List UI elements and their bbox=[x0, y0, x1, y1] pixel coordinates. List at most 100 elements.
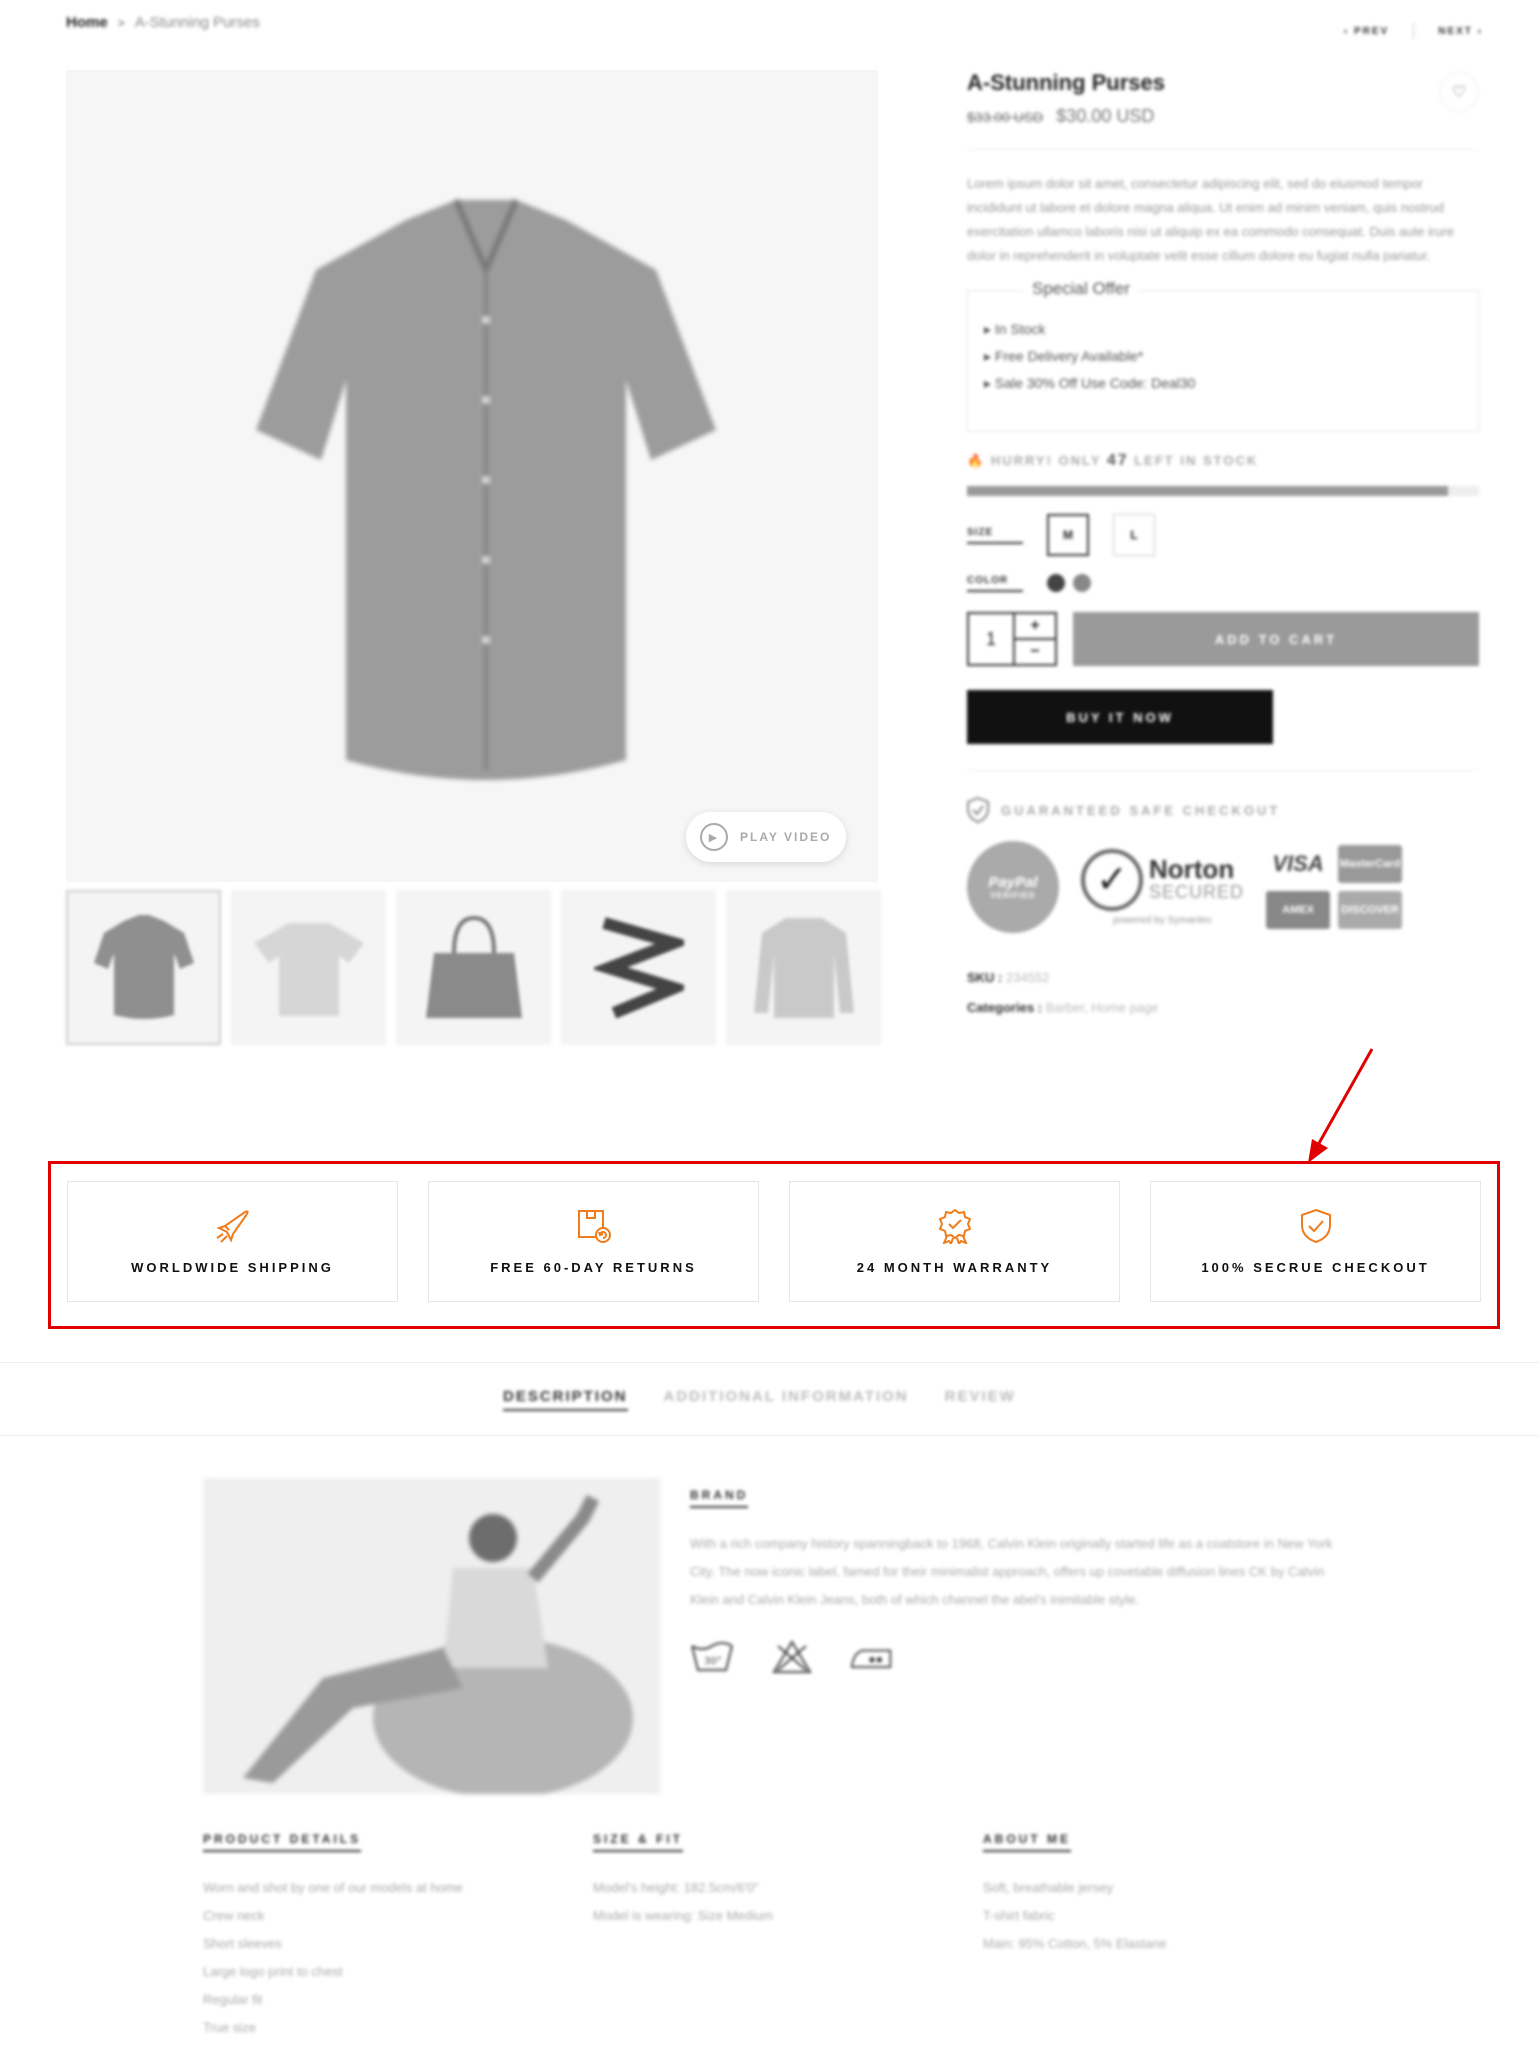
trust-badges: PayPal VERIFIED ✓ Norton SECURED powered… bbox=[967, 841, 1479, 933]
safe-checkout-heading: GUARANTEED SAFE CHECKOUT bbox=[967, 797, 1479, 823]
list-item: Regular fit bbox=[203, 1992, 263, 2007]
breadcrumb-current: A-Stunning Purses bbox=[134, 14, 260, 31]
amex-card-logo: AMEX bbox=[1266, 891, 1331, 929]
product-tabs: DESCRIPTION ADDITIONAL INFORMATION REVIE… bbox=[503, 1388, 1016, 1411]
prev-product-link[interactable]: ‹ PREV bbox=[1344, 26, 1389, 39]
size-option-m[interactable]: M bbox=[1047, 514, 1089, 556]
about-me-column: ABOUT ME Soft, breathable jersey T-shirt… bbox=[983, 1830, 1373, 2042]
special-offer-box: Special Offer In Stock Free Delivery Ava… bbox=[967, 279, 1479, 432]
airplane-icon bbox=[215, 1208, 251, 1244]
svg-text:30°: 30° bbox=[704, 1656, 722, 1667]
wash-30-icon: 30° bbox=[690, 1640, 734, 1674]
iron-icon bbox=[850, 1640, 894, 1674]
brand-text: With a rich company history spanningback… bbox=[690, 1536, 1333, 1607]
list-item: Large logo print to chest bbox=[203, 1964, 343, 1979]
offer-item: In Stock bbox=[984, 321, 1462, 338]
thumbnail-shirt[interactable] bbox=[66, 890, 221, 1045]
divider bbox=[967, 770, 1479, 771]
stock-progress-bar bbox=[967, 486, 1479, 496]
product-price: $33.00 USD $30.00 USD bbox=[967, 106, 1479, 127]
divider bbox=[967, 149, 1479, 150]
feature-free-returns: FREE 60-DAY RETURNS bbox=[428, 1181, 759, 1302]
color-label: COLOR bbox=[967, 575, 1023, 592]
list-item: Main: 95% Cotton, 5% Elastane bbox=[983, 1936, 1167, 1951]
product-title: A-Stunning Purses bbox=[967, 70, 1166, 95]
list-item: Soft, breathable jersey bbox=[983, 1880, 1114, 1895]
no-bleach-icon bbox=[770, 1640, 814, 1674]
care-icons: 30° bbox=[690, 1640, 1340, 1674]
brand-section: BRAND With a rich company history spanni… bbox=[690, 1486, 1340, 1674]
fire-icon: 🔥 bbox=[967, 453, 986, 468]
product-details-column: PRODUCT DETAILS Worn and shot by one of … bbox=[203, 1830, 593, 2042]
visa-card-logo: VISA bbox=[1266, 845, 1331, 883]
feature-warranty: 24 MONTH WARRANTY bbox=[789, 1181, 1120, 1302]
thumbnail-handbag[interactable] bbox=[396, 890, 551, 1045]
thumbnail-tshirt[interactable] bbox=[231, 890, 386, 1045]
special-offer-legend: Special Offer bbox=[1024, 279, 1138, 299]
quantity-decrease-button[interactable]: − bbox=[1015, 640, 1055, 664]
paypal-verified-badge: PayPal VERIFIED bbox=[967, 841, 1059, 933]
next-product-link[interactable]: NEXT › bbox=[1438, 26, 1483, 39]
return-box-icon bbox=[576, 1208, 612, 1244]
list-item: True size bbox=[203, 2020, 256, 2035]
size-label: SIZE bbox=[967, 527, 1023, 544]
tab-review[interactable]: REVIEW bbox=[945, 1388, 1016, 1411]
list-item: Model is wearing: Size Medium bbox=[593, 1908, 773, 1923]
thumbnail-strip bbox=[66, 890, 881, 1045]
payment-cards: VISA MasterCard AMEX DISCOVER bbox=[1266, 845, 1403, 929]
add-to-cart-button[interactable]: ADD TO CART bbox=[1073, 612, 1479, 666]
quantity-input[interactable]: 1 bbox=[969, 614, 1013, 664]
feature-worldwide-shipping: WORLDWIDE SHIPPING bbox=[67, 1181, 398, 1302]
checkmark-icon: ✓ bbox=[1081, 848, 1143, 911]
size-option-l[interactable]: L bbox=[1113, 514, 1155, 556]
stock-notice: 🔥 HURRY! ONLY 47 LEFT IN STOCK bbox=[967, 452, 1259, 469]
shield-check-icon bbox=[1298, 1208, 1334, 1244]
list-item: Worn and shot by one of our models at ho… bbox=[203, 1880, 463, 1895]
current-price: $30.00 USD bbox=[1056, 106, 1155, 126]
wishlist-heart-icon[interactable]: ♡ bbox=[1439, 72, 1479, 112]
play-icon: ▶ bbox=[700, 823, 728, 851]
shield-icon bbox=[967, 797, 989, 823]
product-pager: ‹ PREV NEXT › bbox=[1344, 23, 1483, 39]
offer-item: Free Delivery Available* bbox=[984, 348, 1462, 365]
color-swatch-grey[interactable] bbox=[1073, 574, 1091, 592]
sku-value: 234552 bbox=[1006, 970, 1050, 985]
list-item: T-shirt fabric bbox=[983, 1908, 1055, 1923]
categories-value[interactable]: Barber, Home page bbox=[1046, 1000, 1159, 1015]
mastercard-logo: MasterCard bbox=[1338, 845, 1403, 883]
feature-label: 100% SECRUE CHECKOUT bbox=[1201, 1260, 1430, 1275]
tab-additional-information[interactable]: ADDITIONAL INFORMATION bbox=[664, 1388, 909, 1411]
sku-label: SKU : bbox=[967, 970, 1003, 985]
about-me-heading: ABOUT ME bbox=[983, 1832, 1071, 1852]
main-product-image[interactable]: ▶ PLAY VIDEO bbox=[66, 70, 878, 882]
old-price: $33.00 USD bbox=[967, 109, 1044, 125]
thumbnail-belt[interactable] bbox=[561, 890, 716, 1045]
lifestyle-image bbox=[203, 1478, 660, 1794]
breadcrumb: Home > A-Stunning Purses bbox=[66, 14, 260, 31]
feature-label: FREE 60-DAY RETURNS bbox=[490, 1260, 697, 1275]
feature-secure-checkout: 100% SECRUE CHECKOUT bbox=[1150, 1181, 1481, 1302]
product-info: A-Stunning Purses $33.00 USD $30.00 USD … bbox=[967, 70, 1479, 1023]
brand-heading: BRAND bbox=[690, 1488, 749, 1508]
annotation-arrow bbox=[1308, 1048, 1374, 1163]
thumbnail-sweater[interactable] bbox=[726, 890, 881, 1045]
color-swatch-dark[interactable] bbox=[1047, 574, 1065, 592]
breadcrumb-home-link[interactable]: Home bbox=[66, 14, 108, 31]
buy-now-button[interactable]: BUY IT NOW bbox=[967, 690, 1273, 744]
list-item: Short sleeves bbox=[203, 1936, 282, 1951]
size-fit-heading: SIZE & FIT bbox=[593, 1832, 683, 1852]
quantity-stepper: 1 + − bbox=[967, 612, 1057, 666]
size-selector: SIZE M L bbox=[967, 514, 1479, 556]
feature-label: 24 MONTH WARRANTY bbox=[856, 1260, 1053, 1275]
stock-progress-fill bbox=[967, 486, 1449, 496]
play-video-button[interactable]: ▶ PLAY VIDEO bbox=[686, 812, 846, 862]
norton-secured-badge: ✓ Norton SECURED powered by Symantec bbox=[1081, 848, 1244, 926]
feature-strip: WORLDWIDE SHIPPING FREE 60-DAY RETURNS 2… bbox=[67, 1181, 1481, 1302]
details-columns: PRODUCT DETAILS Worn and shot by one of … bbox=[203, 1830, 1373, 2042]
size-fit-column: SIZE & FIT Model's height: 182.5cm/6'0" … bbox=[593, 1830, 983, 2042]
list-item: Crew neck bbox=[203, 1908, 265, 1923]
product-meta: SKU : 234552 Categories : Barber, Home p… bbox=[967, 963, 1479, 1023]
tab-description[interactable]: DESCRIPTION bbox=[503, 1388, 628, 1411]
product-details-heading: PRODUCT DETAILS bbox=[203, 1832, 362, 1852]
quantity-increase-button[interactable]: + bbox=[1015, 614, 1055, 640]
